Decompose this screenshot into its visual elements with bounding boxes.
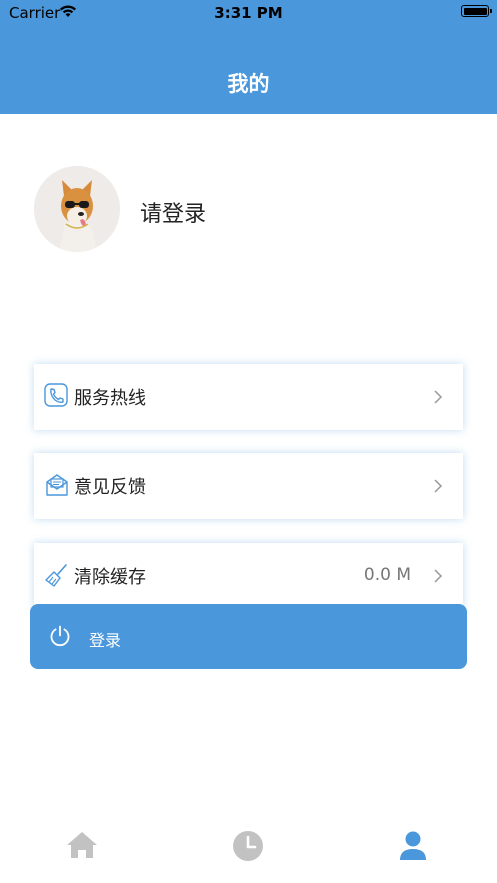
chevron-right-icon (433, 389, 443, 405)
user-icon (400, 831, 426, 860)
page-title: 我的 (227, 72, 270, 96)
clear-cache-row[interactable]: 清除缓存 0.0 M (34, 543, 463, 609)
power-icon (48, 624, 72, 648)
cache-size-value: 0.0 M (363, 565, 411, 585)
menu-item-label: 意见反馈 (74, 477, 146, 498)
tab-home[interactable] (62, 830, 102, 870)
tab-history[interactable] (228, 830, 268, 870)
tab-profile[interactable] (393, 830, 433, 870)
phone-icon (44, 383, 70, 409)
service-hotline-row[interactable]: 服务热线 (34, 364, 463, 430)
login-prompt[interactable]: 请登录 (140, 196, 206, 228)
battery-icon (461, 5, 492, 17)
login-button-label: 登录 (89, 631, 122, 650)
home-icon (67, 832, 97, 858)
menu-item-label: 服务热线 (74, 388, 146, 409)
menu-item-label: 清除缓存 (74, 567, 146, 588)
chevron-right-icon (433, 568, 443, 584)
header-bar: Carrier 3:31 PM 我的 (0, 0, 497, 114)
avatar[interactable] (34, 166, 120, 252)
feedback-mail-icon (44, 472, 70, 498)
tab-bar (0, 818, 497, 883)
status-time: 3:31 PM (214, 4, 283, 22)
status-bar: Carrier 3:31 PM (0, 0, 497, 28)
chevron-right-icon (433, 478, 443, 494)
clock-icon (233, 831, 263, 861)
login-button[interactable]: 登录 (30, 604, 467, 669)
broom-icon (44, 562, 70, 588)
shiba-dog-avatar-icon (34, 166, 120, 252)
feedback-row[interactable]: 意见反馈 (34, 453, 463, 519)
